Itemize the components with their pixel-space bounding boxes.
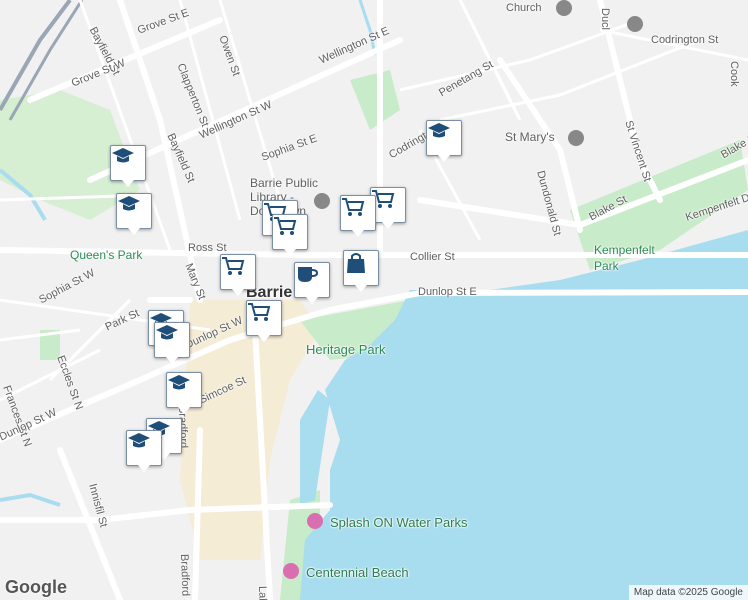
- school-icon: [166, 372, 202, 414]
- water-park-icon[interactable]: [307, 513, 323, 529]
- street-label: Dunlop St E: [418, 286, 477, 298]
- street-label: Lake: [256, 585, 269, 600]
- school-marker[interactable]: [116, 193, 152, 237]
- street-label: Ross St: [188, 242, 227, 254]
- school-marker[interactable]: [166, 372, 202, 416]
- church-icon[interactable]: [556, 0, 572, 16]
- library-icon[interactable]: [314, 193, 330, 209]
- school-marker[interactable]: [426, 120, 462, 164]
- shopping-bag-marker[interactable]: [343, 250, 379, 294]
- shopping-cart-marker[interactable]: [220, 254, 256, 298]
- street-label: Codrington St: [651, 34, 719, 46]
- beach-icon[interactable]: [283, 563, 299, 579]
- shopping-cart-icon: [220, 254, 256, 296]
- street-label: Church: [506, 2, 542, 14]
- kempenfelt-park-label[interactable]: Kempenfelt Park: [594, 242, 655, 274]
- centennial-beach-label[interactable]: Centennial Beach: [306, 565, 409, 580]
- google-logo: Google: [5, 577, 67, 597]
- map-base: [0, 0, 748, 600]
- shopping-cart-marker[interactable]: [246, 300, 282, 344]
- coffee-marker[interactable]: [294, 262, 330, 306]
- shopping-cart-icon: [246, 300, 282, 342]
- street-label: Collier St: [410, 251, 455, 263]
- splash-label[interactable]: Splash ON Water Parks: [330, 515, 468, 530]
- st-marys-label[interactable]: St Mary's: [505, 130, 555, 144]
- map-attribution[interactable]: Map data ©2025 Google: [628, 585, 748, 600]
- school-marker[interactable]: [126, 430, 162, 474]
- map-canvas[interactable]: Church Owen St Grove St E Bayfield St Gr…: [0, 0, 748, 600]
- school-building-icon[interactable]: [627, 16, 643, 32]
- heritage-park-label[interactable]: Heritage Park: [306, 342, 385, 357]
- school-icon: [110, 145, 146, 187]
- school-icon: [126, 430, 162, 472]
- shopping-cart-icon: [340, 195, 376, 237]
- shopping-bag-icon: [343, 250, 379, 292]
- school-icon: [116, 193, 152, 235]
- school-marker[interactable]: [154, 322, 190, 366]
- school-icon: [426, 120, 462, 162]
- church-icon[interactable]: [568, 130, 584, 146]
- street-label: Cook: [728, 61, 740, 87]
- school-marker[interactable]: [110, 145, 146, 189]
- queens-park-label[interactable]: Queen's Park: [70, 248, 142, 262]
- coffee-icon: [294, 262, 330, 304]
- street-label: Bradford St: [178, 553, 192, 600]
- school-icon: [154, 322, 190, 364]
- shopping-cart-marker[interactable]: [272, 214, 308, 258]
- shopping-cart-icon: [272, 214, 308, 256]
- street-label: Ducl: [599, 8, 611, 31]
- shopping-cart-marker[interactable]: [340, 195, 376, 239]
